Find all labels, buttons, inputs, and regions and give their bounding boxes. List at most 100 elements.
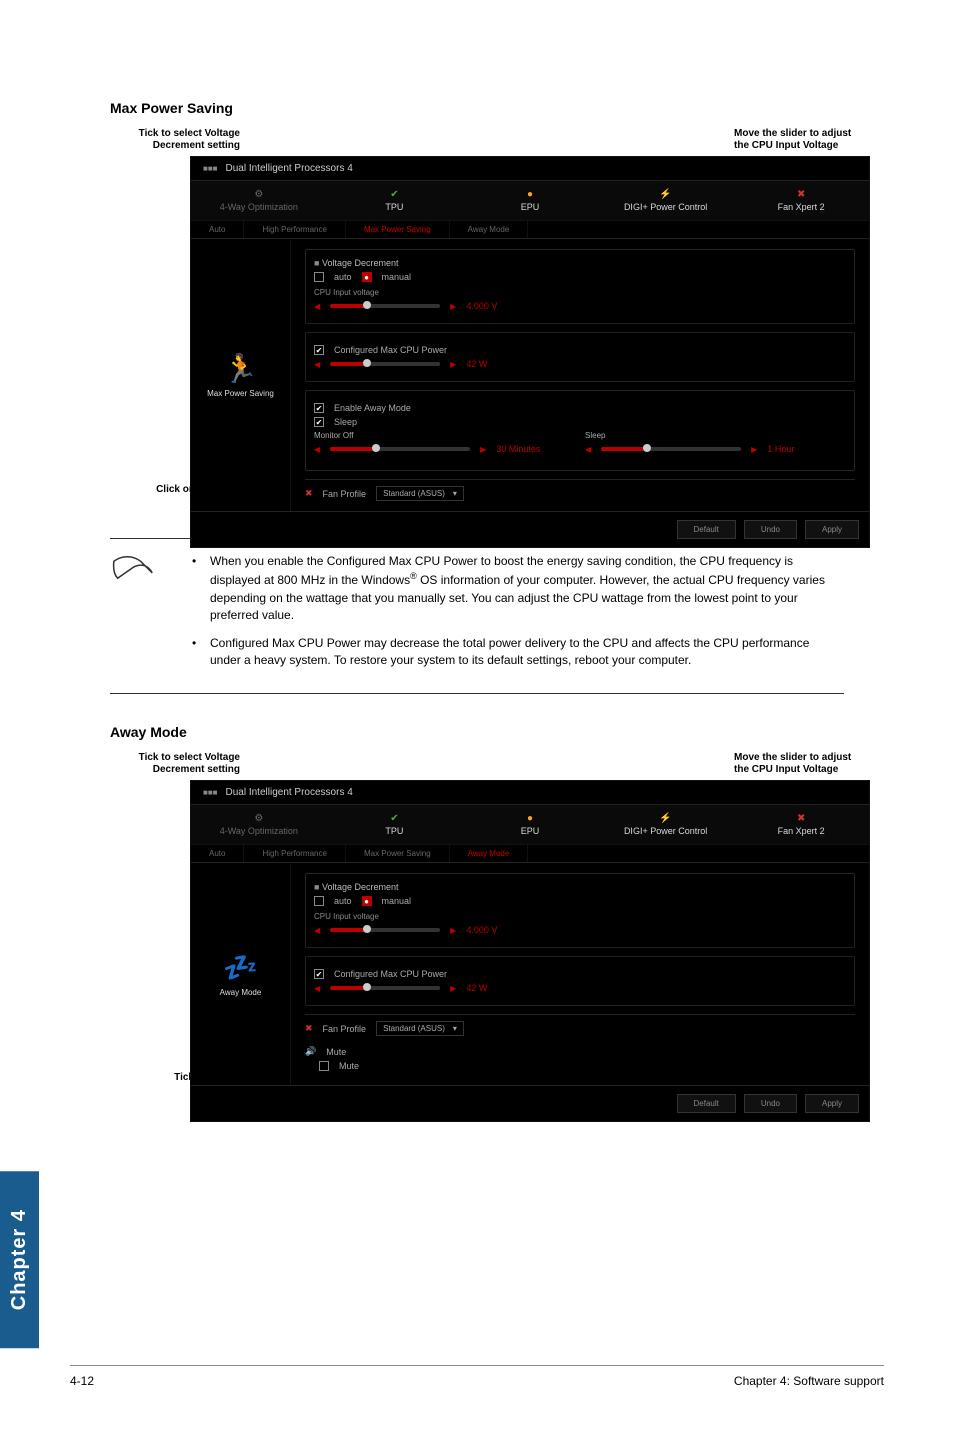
radio-auto[interactable]	[314, 272, 324, 282]
label-auto: auto	[334, 272, 352, 282]
tab-4way-2[interactable]: ⚙4-Way Optimization	[191, 805, 327, 844]
fan-profile-icon-2: ✖	[305, 1023, 313, 1034]
tab-fan-2[interactable]: ✖ Fan Xpert 2	[733, 805, 869, 844]
wrench-icon: ⚙	[254, 189, 263, 200]
cpu-input-slider[interactable]	[330, 304, 440, 308]
checkbox-configured-max[interactable]: ✔	[314, 345, 324, 355]
sleep-icon: 💤	[223, 951, 258, 984]
subtab-high[interactable]: High Performance	[244, 221, 345, 238]
page-number: 4-12	[70, 1374, 94, 1388]
note-item-2: Configured Max CPU Power may decrease th…	[180, 635, 834, 670]
monitor-off-slider[interactable]	[330, 447, 470, 451]
sleep-label: Sleep	[334, 417, 357, 427]
tab-tpu[interactable]: ✔TPU	[327, 181, 463, 220]
apply-button-2[interactable]: Apply	[805, 1094, 859, 1113]
subtab-high-2[interactable]: High Performance	[244, 845, 345, 862]
enable-away-label: Enable Away Mode	[334, 403, 411, 413]
bolt-icon: ⚡	[659, 813, 671, 824]
undo-button-2[interactable]: Undo	[744, 1094, 797, 1113]
note-block: When you enable the Configured Max CPU P…	[110, 538, 844, 694]
subtab-away-2[interactable]: Away Mode	[450, 845, 529, 862]
checkbox-mute[interactable]	[319, 1061, 329, 1071]
label-auto-2: auto	[334, 896, 352, 906]
bolt-icon: ⚡	[659, 189, 671, 200]
label-manual: manual	[382, 272, 412, 282]
max-cpu-power-value-2: 42 W	[466, 983, 487, 993]
tab-epu[interactable]: ●EPU	[462, 181, 598, 220]
max-cpu-power-slider-2[interactable]	[330, 986, 440, 990]
monitor-off-value: 30 Minutes	[496, 444, 540, 454]
radio-manual[interactable]: ●	[362, 272, 372, 282]
fan-profile-dropdown[interactable]: Standard (ASUS)▾	[376, 486, 464, 501]
chevron-down-icon: ▾	[453, 1024, 457, 1033]
note-icon	[110, 553, 160, 679]
screenshot-max-power-saving-wrap: Tick to select Voltage Decrement setting…	[110, 128, 844, 508]
subtab-auto-2[interactable]: Auto	[191, 845, 244, 862]
voltage-decrement-title-2: ■ Voltage Decrement	[314, 882, 846, 892]
app-window: ■■■ Dual Intelligent Processors 4 ⚙4-Way…	[190, 156, 870, 548]
cpu-input-value-2: 4.000 V	[466, 925, 497, 935]
slider-dec-icon[interactable]: ◀	[314, 302, 320, 311]
side-label-away: Away Mode	[220, 988, 262, 997]
checkbox-sleep[interactable]: ✔	[314, 417, 324, 427]
tab-epu-2[interactable]: ●EPU	[462, 805, 598, 844]
configured-max-label-2: Configured Max CPU Power	[334, 969, 447, 979]
tab-4way-label: 4-Way Optimization	[220, 202, 298, 212]
monitor-off-label: Monitor Off	[314, 431, 575, 440]
mute-checkbox-label: Mute	[339, 1061, 359, 1071]
radio-auto-2[interactable]	[314, 896, 324, 906]
brand-logo-2: ■■■	[203, 789, 218, 797]
tab-epu-label: EPU	[521, 202, 540, 212]
cpu-input-slider-2[interactable]	[330, 928, 440, 932]
chapter-side-tab: Chapter 4	[0, 1171, 39, 1348]
tab-tpu-label: TPU	[385, 202, 403, 212]
mute-section-label: Mute	[326, 1047, 346, 1057]
tab-digi-label-2: DIGI+ Power Control	[624, 826, 707, 836]
voltage-decrement-title: ■ Voltage Decrement	[314, 258, 846, 268]
tab-tpu-label-2: TPU	[385, 826, 403, 836]
brand-logo: ■■■	[203, 165, 218, 173]
speaker-icon: 🔊	[305, 1046, 316, 1057]
callout-voltage-decrement: Tick to select Voltage Decrement setting	[110, 128, 240, 152]
default-button-2[interactable]: Default	[677, 1094, 736, 1113]
screenshot-away-mode-wrap: Tick to select Voltage Decrement setting…	[110, 752, 844, 1092]
callout-cpu-input-voltage: Move the slider to adjust the CPU Input …	[734, 128, 864, 152]
fan-profile-dropdown-2[interactable]: Standard (ASUS)▾	[376, 1021, 464, 1036]
fan-icon: ✖	[797, 189, 805, 200]
subtab-max-2[interactable]: Max Power Saving	[346, 845, 450, 862]
tab-4way[interactable]: ⚙ 4-Way Optimization	[191, 181, 327, 220]
system-sleep-value: 1 Hour	[767, 444, 794, 454]
subtab-max[interactable]: Max Power Saving	[346, 221, 450, 238]
radio-manual-2[interactable]: ●	[362, 896, 372, 906]
cpu-input-voltage-label: CPU Input voltage	[314, 288, 846, 297]
tab-fan-label: Fan Xpert 2	[778, 202, 825, 212]
cpu-input-voltage-label-2: CPU Input voltage	[314, 912, 846, 921]
apply-button[interactable]: Apply	[805, 520, 859, 539]
undo-button[interactable]: Undo	[744, 520, 797, 539]
section-title-max-power-saving: Max Power Saving	[110, 100, 844, 116]
subtab-auto[interactable]: Auto	[191, 221, 244, 238]
fan-icon: ✖	[797, 813, 805, 824]
tab-digi[interactable]: ⚡DIGI+ Power Control	[598, 181, 734, 220]
default-button[interactable]: Default	[677, 520, 736, 539]
tab-digi-2[interactable]: ⚡ DIGI+ Power Control	[598, 805, 734, 844]
system-sleep-label: Sleep	[585, 431, 846, 440]
checkbox-enable-away[interactable]: ✔	[314, 403, 324, 413]
label-manual-2: manual	[382, 896, 412, 906]
max-cpu-power-slider[interactable]	[330, 362, 440, 366]
title-processor-2: Dual Intelligent Processors 4	[226, 787, 353, 798]
max-cpu-power-value: 42 W	[466, 359, 487, 369]
subtab-away[interactable]: Away Mode	[450, 221, 529, 238]
cpu-input-value: 4.000 V	[466, 301, 497, 311]
tab-fan-label-2: Fan Xpert 2	[778, 826, 825, 836]
wrench-icon: ⚙	[254, 813, 263, 824]
system-sleep-slider[interactable]	[601, 447, 741, 451]
checkbox-configured-max-2[interactable]: ✔	[314, 969, 324, 979]
chevron-down-icon: ▾	[453, 489, 457, 498]
slider-inc-icon[interactable]: ▶	[450, 302, 456, 311]
tab-fan[interactable]: ✖ Fan Xpert 2	[733, 181, 869, 220]
section-title-away-mode: Away Mode	[110, 724, 844, 740]
tab-tpu-2[interactable]: ✔ TPU	[327, 805, 463, 844]
footer-chapter-label: Chapter 4: Software support	[734, 1374, 884, 1388]
check-icon: ✔	[390, 813, 398, 824]
